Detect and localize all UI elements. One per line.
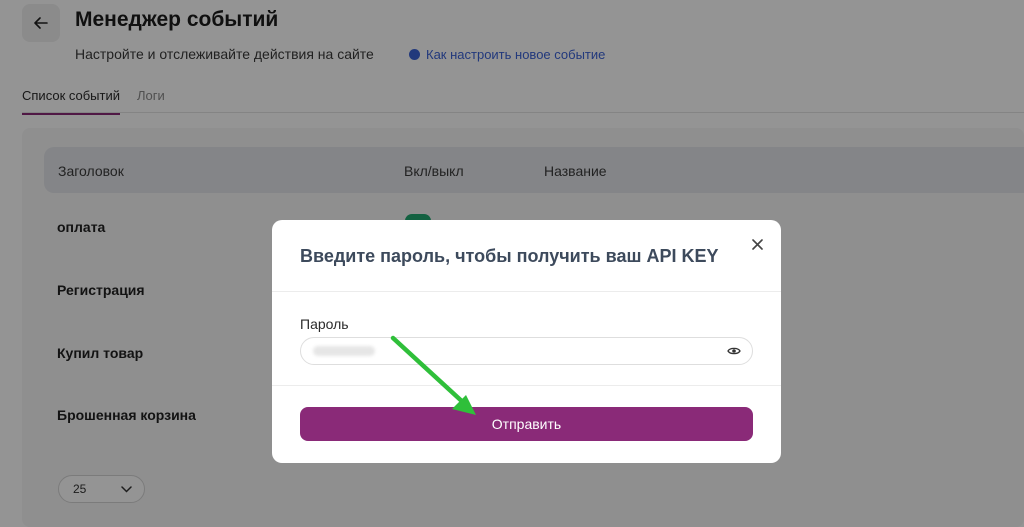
api-key-modal: Введите пароль, чтобы получить ваш API K… — [272, 220, 781, 463]
eye-icon[interactable] — [727, 346, 741, 356]
password-value-masked — [313, 346, 375, 356]
password-label: Пароль — [300, 316, 349, 332]
modal-title: Введите пароль, чтобы получить ваш API K… — [300, 246, 719, 266]
close-button[interactable] — [749, 236, 765, 252]
modal-divider — [272, 291, 781, 292]
close-icon — [751, 238, 763, 250]
password-input[interactable] — [300, 337, 753, 365]
submit-button[interactable]: Отправить — [300, 407, 753, 441]
modal-divider — [272, 385, 781, 386]
